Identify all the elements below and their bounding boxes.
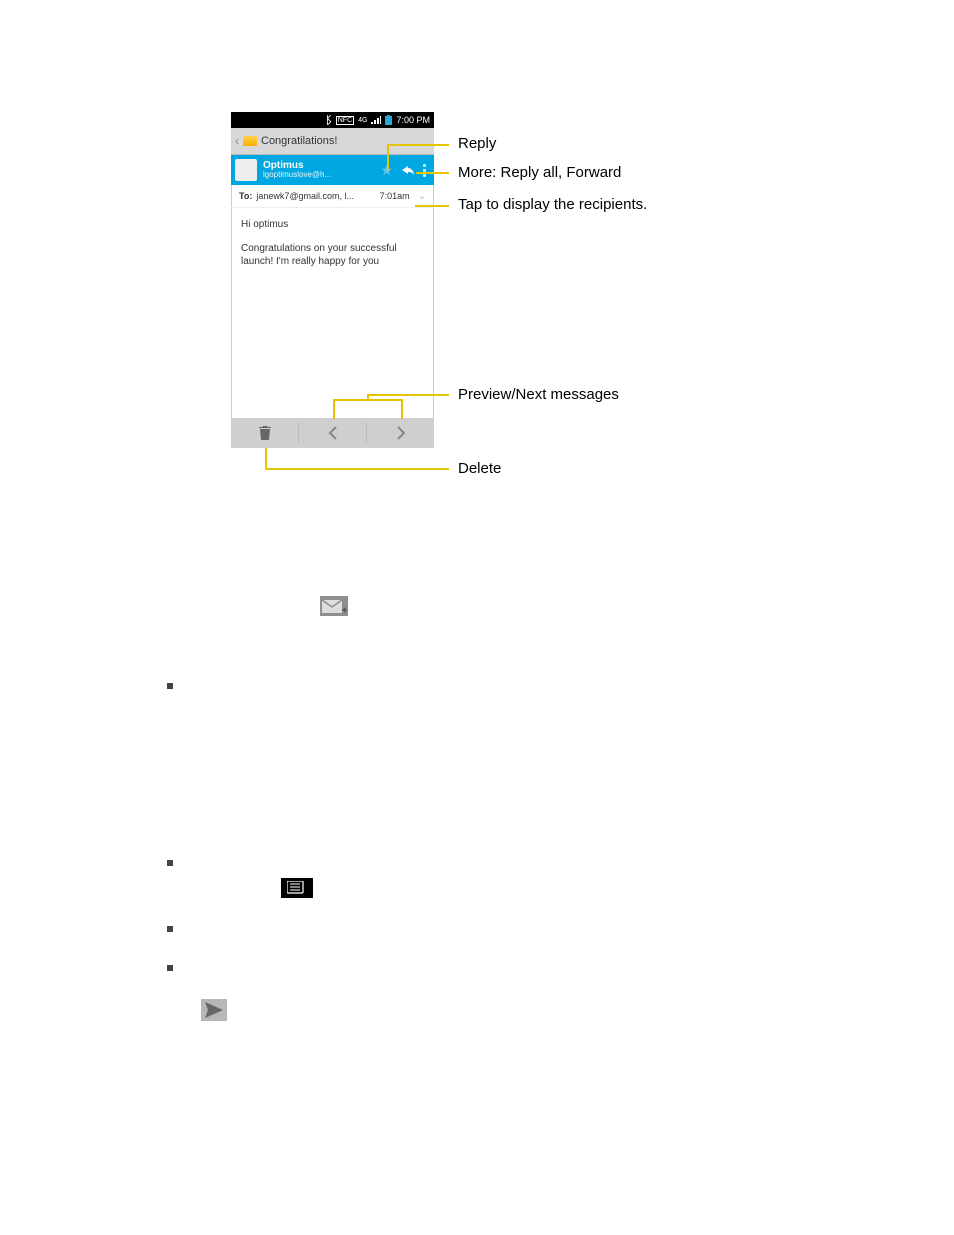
- recipients-bar[interactable]: To: janewk7@gmail.com, l... 7:01am ⌄: [231, 185, 434, 208]
- callout-line: [333, 399, 335, 419]
- callout-line: [367, 394, 449, 396]
- callout-line: [416, 172, 449, 174]
- recipients-time: 7:01am: [380, 191, 410, 201]
- expand-recipients-icon[interactable]: ⌄: [418, 191, 426, 202]
- prev-message-button[interactable]: [299, 426, 366, 440]
- subject-text: Congratilations!: [261, 135, 337, 147]
- menu-key-icon: [281, 878, 313, 898]
- sender-bar: Optimus lgoptimuslove@h... ★: [231, 155, 434, 185]
- reply-icon[interactable]: [401, 163, 415, 177]
- signal-icon: [371, 116, 381, 124]
- callout-prevnext: Preview/Next messages: [458, 386, 619, 403]
- avatar: [235, 159, 257, 181]
- callout-line: [401, 399, 403, 419]
- delete-button[interactable]: [231, 425, 298, 441]
- folder-icon: [243, 136, 257, 146]
- callout-line: [387, 144, 449, 146]
- callout-line: [415, 205, 449, 207]
- status-time: 7:00 PM: [396, 115, 430, 125]
- callout-line: [387, 144, 389, 170]
- compose-mail-icon: [320, 596, 348, 616]
- callout-recipients: Tap to display the recipients.: [458, 196, 647, 213]
- body-paragraph: Congratulations on your successful launc…: [241, 242, 424, 269]
- bluetooth-icon: [323, 115, 332, 125]
- message-body: Hi optimus Congratulations on your succe…: [231, 208, 434, 289]
- body-greeting: Hi optimus: [241, 218, 424, 232]
- sender-address: lgoptimuslove@h...: [263, 171, 331, 179]
- phone-screenshot: NFC 4G 7:00 PM ‹ Congratilations! Optimu…: [231, 112, 434, 446]
- subject-bar[interactable]: ‹ Congratilations!: [231, 128, 434, 155]
- callout-reply: Reply: [458, 135, 496, 152]
- bullet-icon: [167, 926, 173, 932]
- bullet-icon: [167, 965, 173, 971]
- network-icon: 4G: [358, 117, 367, 124]
- callout-line: [265, 448, 267, 468]
- next-message-button[interactable]: [367, 426, 434, 440]
- to-label: To:: [239, 191, 252, 201]
- bullet-icon: [167, 683, 173, 689]
- bullet-icon: [167, 860, 173, 866]
- callout-line: [265, 468, 449, 470]
- nfc-icon: NFC: [336, 116, 354, 125]
- battery-icon: [385, 115, 392, 125]
- more-icon[interactable]: [423, 162, 426, 179]
- back-chevron-icon[interactable]: ‹: [235, 134, 239, 148]
- send-icon: [201, 999, 227, 1021]
- callout-delete: Delete: [458, 460, 501, 477]
- status-bar: NFC 4G 7:00 PM: [231, 112, 434, 128]
- bottom-toolbar: [231, 418, 434, 448]
- callout-more: More: Reply all, Forward: [458, 164, 621, 181]
- recipients-list: janewk7@gmail.com, l...: [256, 191, 354, 201]
